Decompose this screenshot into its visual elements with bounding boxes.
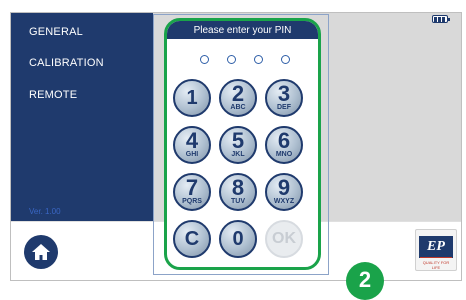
keypad-key-8[interactable]: 8 TUV xyxy=(219,173,257,211)
keypad-key-5[interactable]: 5 JKL xyxy=(219,126,257,164)
sidebar-item-remote[interactable]: REMOTE xyxy=(29,89,77,101)
logo-text: EP xyxy=(419,236,453,258)
pin-indicator-dot xyxy=(227,55,236,64)
key-digit: 0 xyxy=(232,228,244,250)
key-digit: 1 xyxy=(186,87,198,109)
clear-button[interactable]: C xyxy=(173,220,211,258)
keypad-key-0[interactable]: 0 xyxy=(219,220,257,258)
keypad-key-1[interactable]: 1 xyxy=(173,79,211,117)
key-letters: JKL xyxy=(231,151,245,158)
keypad-key-6[interactable]: 6 MNO xyxy=(265,126,303,164)
sidebar-item-general[interactable]: GENERAL xyxy=(29,26,83,38)
ok-button[interactable]: OK xyxy=(265,220,303,258)
pin-indicator-dot xyxy=(281,55,290,64)
key-digit: 8 xyxy=(231,175,245,200)
key-digit: 9 xyxy=(277,175,291,200)
keypad-key-4[interactable]: 4 GHI xyxy=(173,126,211,164)
keypad-key-9[interactable]: 9 WXYZ xyxy=(265,173,303,211)
keypad-key-3[interactable]: 3 DEF xyxy=(265,79,303,117)
key-digit: 7 xyxy=(185,175,199,200)
sidebar-item-calibration[interactable]: CALIBRATION xyxy=(29,57,104,69)
key-digit: 5 xyxy=(231,128,245,153)
key-letters: GHI xyxy=(185,151,199,158)
logo-tagline: QUALITY FOR LIFE xyxy=(422,260,450,270)
pin-entry-dialog: Please enter your PIN 1 2 ABC 3 DEF 4 GHI 5 JKL 6… xyxy=(164,18,321,270)
version-label: Ver. 1.00 xyxy=(29,207,61,216)
key-letters: ABC xyxy=(230,104,246,111)
key-digit: 3 xyxy=(277,81,291,106)
ep-logo: EP QUALITY FOR LIFE xyxy=(415,229,457,271)
pin-dialog-title: Please enter your PIN xyxy=(167,21,318,39)
key-digit: 6 xyxy=(277,128,291,153)
keypad-key-2[interactable]: 2 ABC xyxy=(219,79,257,117)
pin-indicator-dot xyxy=(254,55,263,64)
key-digit: 2 xyxy=(231,81,245,106)
battery-icon xyxy=(432,15,450,23)
key-letters: TUV xyxy=(231,198,245,205)
key-digit: OK xyxy=(272,230,296,247)
step-badge: 2 xyxy=(346,262,384,300)
key-digit: C xyxy=(184,228,200,250)
home-icon xyxy=(32,244,50,260)
keypad-key-7[interactable]: 7 PQRS xyxy=(173,173,211,211)
pin-indicator-dot xyxy=(200,55,209,64)
key-digit: 4 xyxy=(185,128,199,153)
key-letters: WXYZ xyxy=(273,198,295,205)
key-letters: DEF xyxy=(277,104,291,111)
home-button[interactable] xyxy=(24,235,58,269)
key-letters: PQRS xyxy=(182,198,202,205)
key-letters: MNO xyxy=(275,151,293,158)
settings-sidebar: GENERAL CALIBRATION REMOTE Ver. 1.00 xyxy=(11,13,153,221)
